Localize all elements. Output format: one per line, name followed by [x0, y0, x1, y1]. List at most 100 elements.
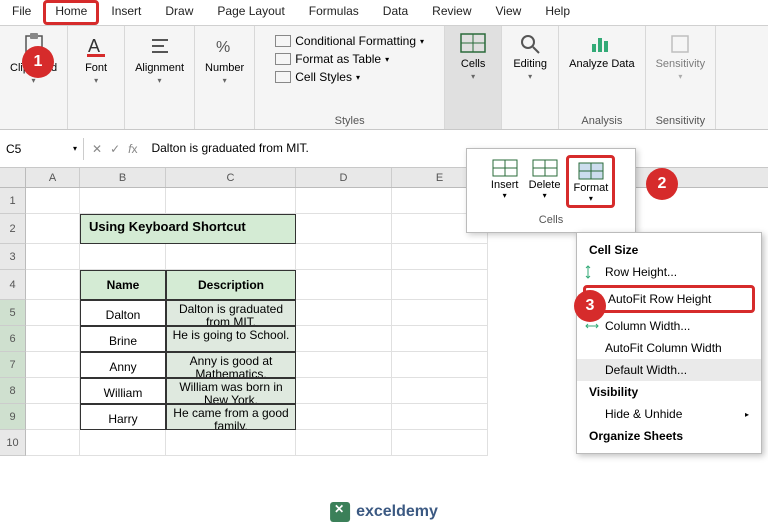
row-header[interactable]: 4: [0, 270, 26, 300]
cell[interactable]: [26, 244, 80, 270]
select-all-corner[interactable]: [0, 168, 26, 187]
format-as-table-button[interactable]: Format as Table ▾: [275, 52, 424, 66]
sensitivity-button[interactable]: Sensitivity ▾: [652, 30, 710, 83]
cell[interactable]: [26, 404, 80, 430]
group-number: % Number ▾: [195, 26, 255, 129]
tab-data[interactable]: Data: [371, 0, 420, 25]
row-header[interactable]: 9: [0, 404, 26, 430]
table-cell-name[interactable]: Dalton: [80, 300, 166, 326]
row-header[interactable]: 6: [0, 326, 26, 352]
table-header-name[interactable]: Name: [80, 270, 166, 300]
cell[interactable]: [166, 244, 296, 270]
formula-text[interactable]: Dalton is graduated from MIT.: [145, 139, 314, 157]
cell[interactable]: [392, 378, 488, 404]
table-cell-name[interactable]: Brine: [80, 326, 166, 352]
conditional-formatting-button[interactable]: Conditional Formatting ▾: [275, 34, 424, 48]
table-cell-desc[interactable]: Dalton is graduated from MIT.: [166, 300, 296, 326]
insert-button[interactable]: Insert▾: [487, 155, 523, 208]
tab-insert[interactable]: Insert: [99, 0, 153, 25]
format-button[interactable]: Format▾: [566, 155, 615, 208]
menu-autofit-column-width[interactable]: AutoFit Column Width: [577, 337, 761, 359]
row-header[interactable]: 5: [0, 300, 26, 326]
format-label: Format: [573, 182, 608, 194]
cell[interactable]: [296, 378, 392, 404]
cell[interactable]: [392, 270, 488, 300]
cell[interactable]: [26, 300, 80, 326]
tab-home[interactable]: Home: [43, 0, 99, 25]
col-header-d[interactable]: D: [296, 168, 392, 187]
row-header[interactable]: 1: [0, 188, 26, 214]
cell[interactable]: [392, 352, 488, 378]
cells-button[interactable]: Cells ▾: [451, 30, 495, 83]
tab-review[interactable]: Review: [420, 0, 483, 25]
menu-default-width[interactable]: Default Width...: [577, 359, 761, 381]
cell-styles-button[interactable]: Cell Styles ▾: [275, 70, 424, 84]
table-header-desc[interactable]: Description: [166, 270, 296, 300]
tab-draw[interactable]: Draw: [153, 0, 205, 25]
row-header[interactable]: 3: [0, 244, 26, 270]
number-button[interactable]: % Number ▾: [201, 30, 248, 87]
cs-icon: [275, 71, 291, 83]
tab-pagelayout[interactable]: Page Layout: [205, 0, 296, 25]
tab-help[interactable]: Help: [533, 0, 582, 25]
tab-formulas[interactable]: Formulas: [297, 0, 371, 25]
cell[interactable]: [296, 188, 392, 214]
font-button[interactable]: A Font ▾: [74, 30, 118, 87]
table-cell-name[interactable]: William: [80, 378, 166, 404]
cell[interactable]: [26, 270, 80, 300]
menu-hide-unhide[interactable]: Hide & Unhide▸: [577, 403, 761, 425]
cell[interactable]: [296, 326, 392, 352]
table-cell-desc[interactable]: Anny is good at Mathematics.: [166, 352, 296, 378]
cell[interactable]: [392, 430, 488, 456]
enter-icon[interactable]: ✓: [110, 142, 120, 156]
row-header[interactable]: 8: [0, 378, 26, 404]
cell[interactable]: [26, 214, 80, 244]
cell[interactable]: [296, 352, 392, 378]
table-cell-desc[interactable]: William was born in New York.: [166, 378, 296, 404]
cell[interactable]: [80, 244, 166, 270]
cell[interactable]: [392, 326, 488, 352]
cell[interactable]: [296, 214, 392, 244]
col-header-c[interactable]: C: [166, 168, 296, 187]
cell[interactable]: [26, 430, 80, 456]
cell[interactable]: [166, 188, 296, 214]
name-box[interactable]: C5▾: [0, 138, 84, 160]
menu-column-width[interactable]: Column Width...: [577, 315, 761, 337]
cell[interactable]: [26, 326, 80, 352]
table-cell-name[interactable]: Anny: [80, 352, 166, 378]
menu-row-height[interactable]: Row Height...: [577, 261, 761, 283]
cell[interactable]: [296, 300, 392, 326]
cell[interactable]: [80, 188, 166, 214]
menu-autofit-row-height[interactable]: AutoFit Row Height: [583, 285, 755, 313]
tab-view[interactable]: View: [484, 0, 534, 25]
col-header-b[interactable]: B: [80, 168, 166, 187]
row-header[interactable]: 10: [0, 430, 26, 456]
cancel-icon[interactable]: ✕: [92, 142, 102, 156]
cell[interactable]: [392, 244, 488, 270]
alignment-button[interactable]: Alignment ▾: [131, 30, 188, 87]
cell[interactable]: [26, 188, 80, 214]
cell[interactable]: [80, 430, 166, 456]
table-cell-desc[interactable]: He is going to School.: [166, 326, 296, 352]
cell[interactable]: [392, 404, 488, 430]
cell[interactable]: [26, 378, 80, 404]
cell[interactable]: [296, 404, 392, 430]
title-cell[interactable]: Using Keyboard Shortcut: [80, 214, 296, 244]
cell[interactable]: [296, 270, 392, 300]
col-header-a[interactable]: A: [26, 168, 80, 187]
cell[interactable]: [296, 244, 392, 270]
tab-file[interactable]: File: [0, 0, 43, 25]
editing-button[interactable]: Editing ▾: [508, 30, 552, 83]
row-header[interactable]: 7: [0, 352, 26, 378]
delete-button[interactable]: Delete▾: [525, 155, 565, 208]
cell[interactable]: [26, 352, 80, 378]
table-cell-desc[interactable]: He came from a good family.: [166, 404, 296, 430]
analyze-button[interactable]: Analyze Data: [565, 30, 638, 72]
table-cell-name[interactable]: Harry: [80, 404, 166, 430]
cell[interactable]: [392, 300, 488, 326]
cell[interactable]: [166, 430, 296, 456]
row-header[interactable]: 2: [0, 214, 26, 244]
font-label: Font: [85, 62, 107, 74]
cell[interactable]: [296, 430, 392, 456]
fx-icon[interactable]: fx: [128, 142, 137, 156]
